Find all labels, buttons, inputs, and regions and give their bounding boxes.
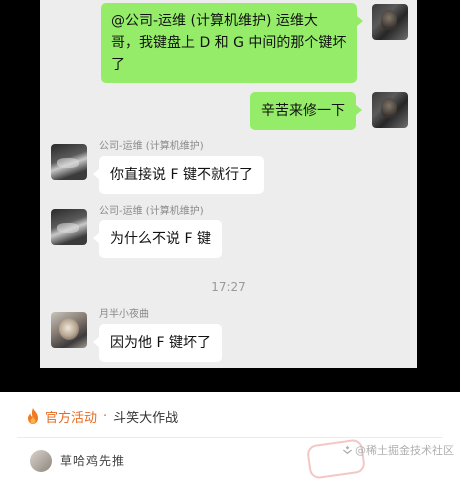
message-bubble-mine: 辛苦来修一下: [250, 92, 362, 130]
activity-label: 官方活动: [45, 410, 98, 426]
message-text: 为什么不说 F 键: [110, 231, 211, 247]
fire-icon: [26, 408, 40, 424]
comment-avatar[interactable]: [30, 450, 52, 472]
ops-avatar[interactable]: [51, 144, 87, 180]
my-avatar[interactable]: [372, 92, 408, 128]
message-text: 辛苦来修一下: [261, 103, 345, 119]
sender-name: 公司-运维 (计算机维护): [99, 141, 204, 152]
comment-username[interactable]: 草哈鸡先推: [60, 452, 125, 469]
message-text: 因为他 F 键坏了: [110, 335, 211, 351]
message-text-line: 哥，我键盘上 D 和 G 中间的那个键坏: [111, 35, 347, 51]
message-text-line: 了: [111, 57, 125, 73]
watermark: @稀土掘金技术社区: [342, 442, 454, 458]
chat-timestamp: 17:27: [211, 280, 246, 294]
divider: [17, 437, 443, 438]
my-avatar[interactable]: [372, 4, 408, 40]
message-bubble-other: 为什么不说 F 键: [93, 220, 222, 258]
official-activity-row[interactable]: 官方活动 · 斗笑大作战: [0, 400, 460, 432]
message-bubble-other: 因为他 F 键坏了: [93, 324, 222, 362]
sender-name: 月半小夜曲: [99, 309, 149, 320]
moon-avatar[interactable]: [51, 312, 87, 348]
separator-dot: ·: [103, 408, 108, 424]
message-text-line: @公司-运维 (计算机维护) 运维大: [111, 13, 318, 29]
message-text: 你直接说 F 键不就行了: [110, 167, 253, 183]
ops-avatar[interactable]: [51, 209, 87, 245]
chat-screenshot: @公司-运维 (计算机维护) 运维大 哥，我键盘上 D 和 G 中间的那个键坏 …: [40, 0, 417, 368]
sender-name: 公司-运维 (计算机维护): [99, 206, 204, 217]
juejin-logo-icon: [342, 445, 353, 454]
message-bubble-mine: @公司-运维 (计算机维护) 运维大 哥，我键盘上 D 和 G 中间的那个键坏 …: [101, 3, 363, 83]
message-bubble-other: 你直接说 F 键不就行了: [93, 156, 264, 194]
activity-title[interactable]: 斗笑大作战: [113, 407, 178, 426]
watermark-text: @稀土掘金技术社区: [355, 444, 454, 457]
